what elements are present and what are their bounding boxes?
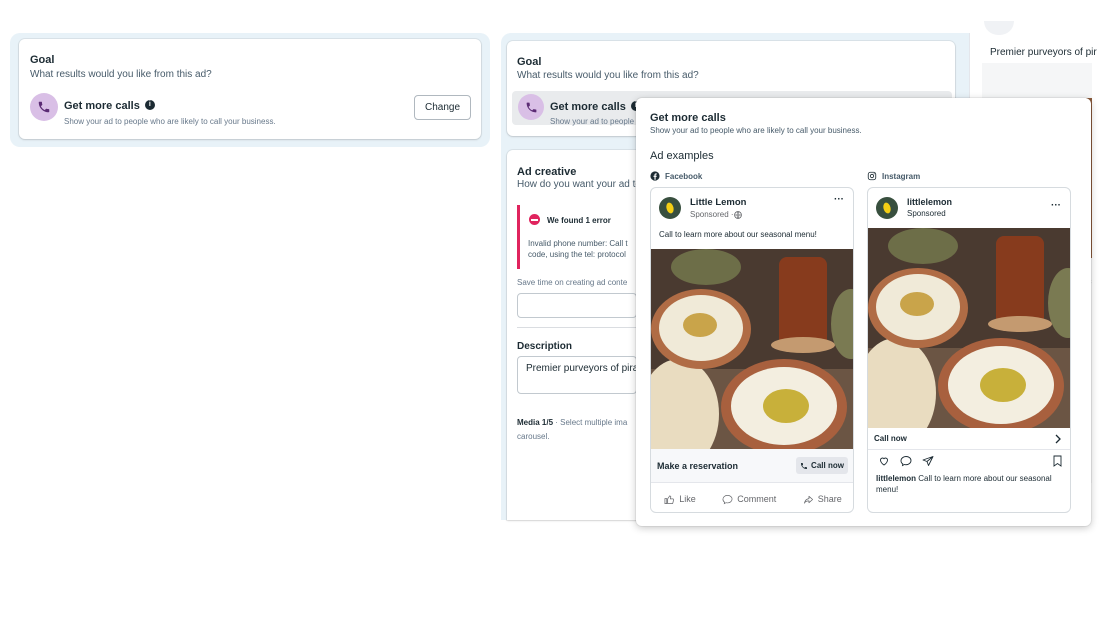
sponsored-label: Sponsored · [690, 210, 734, 219]
caption-handle: littlelemon [876, 474, 917, 483]
popover-desc: Show your ad to people who are likely to… [650, 126, 862, 135]
facebook-label: Facebook [665, 171, 703, 181]
send-icon[interactable] [922, 455, 934, 467]
info-icon[interactable]: i [144, 99, 155, 110]
instagram-icon [867, 171, 877, 181]
phone-icon [30, 93, 58, 121]
instagram-cta-row[interactable]: Call now [868, 428, 1070, 450]
error-icon [529, 214, 540, 225]
call-now-button[interactable]: Call now [796, 457, 848, 474]
phone-icon [801, 462, 808, 469]
reaction-bar: Like Comment Share [651, 489, 853, 509]
description-input[interactable]: Premier purveyors of pira [517, 356, 637, 394]
goal-option-title: Get more calls [550, 101, 626, 113]
change-button[interactable]: Change [414, 95, 471, 120]
share-label: Share [817, 494, 842, 504]
goal-option[interactable]: Get more calls i Show your ad to people w… [64, 96, 276, 126]
media-hint-text: · Select multiple ima [553, 418, 628, 427]
instagram-ad-preview: littlelemon Sponsored ··· Call now littl… [867, 187, 1071, 513]
like-icon [664, 494, 675, 504]
creative-title: Ad creative [517, 166, 577, 178]
littlelemon-avatar [876, 197, 898, 219]
ai-text-input[interactable] [517, 293, 637, 318]
instagram-sponsored: Sponsored [907, 209, 946, 218]
cta-row: Make a reservation Call now [651, 449, 853, 483]
instagram-caption: littlelemon Call to learn more about our… [876, 473, 1064, 495]
comment-label: Comment [737, 494, 777, 504]
ad-examples-label: Ad examples [650, 150, 714, 162]
page-name[interactable]: Little Lemon [690, 197, 746, 208]
phone-icon [518, 94, 544, 120]
call-now-label: Call now [811, 461, 844, 470]
instagram-cta-label: Call now [874, 434, 907, 443]
creative-subtitle: How do you want your ad to [517, 179, 641, 190]
divider [517, 327, 637, 328]
goal-title: Goal [517, 56, 542, 68]
more-options-icon[interactable]: ··· [834, 194, 844, 205]
like-label: Like [679, 494, 696, 504]
post-caption: Call to learn more about our seasonal me… [659, 230, 817, 239]
left-goal-card: Goal What results would you like from th… [19, 39, 481, 139]
share-icon [803, 495, 813, 504]
popover-title: Get more calls [650, 112, 726, 124]
error-banner: We found 1 error Invalid phone number: C… [517, 205, 637, 269]
more-options-icon[interactable]: ··· [1051, 200, 1061, 211]
instagram-handle[interactable]: littlelemon [907, 197, 952, 207]
facebook-ad-preview: Little Lemon Sponsored · ··· Call to lea… [650, 187, 854, 513]
goal-option-title: Get more calls [64, 100, 140, 112]
error-body-line-2: code, using the tel: protocol [528, 250, 626, 259]
goal-subtitle: What results would you like from this ad… [30, 69, 212, 80]
comment-action[interactable]: Comment [722, 494, 776, 505]
instagram-label: Instagram [882, 171, 921, 181]
cta-title: Make a reservation [657, 461, 739, 471]
comment-icon [722, 494, 733, 504]
goal-option-desc: Show your ad to people who are likely to… [64, 117, 276, 126]
facebook-platform-label: Facebook [650, 171, 702, 181]
goal-subtitle: What results would you like from this ad… [517, 70, 699, 81]
share-action[interactable]: Share [803, 494, 842, 505]
comment-icon[interactable] [900, 455, 912, 467]
preview-avatar [984, 21, 1014, 35]
error-body-line-1: Invalid phone number: Call t [528, 239, 628, 248]
hummus-photo [651, 249, 853, 449]
bookmark-icon[interactable] [1052, 455, 1063, 467]
like-action[interactable]: Like [664, 494, 696, 505]
goal-title: Goal [30, 54, 55, 66]
media-hint-line-2: carousel. [517, 432, 550, 441]
chevron-right-icon [1055, 434, 1061, 444]
description-label: Description [517, 341, 573, 352]
instagram-platform-label: Instagram [867, 171, 920, 181]
facebook-icon [650, 171, 660, 181]
hummus-photo [868, 228, 1070, 428]
little-lemon-avatar [659, 197, 681, 219]
media-hint: Media 1/5 · Select multiple ima [517, 418, 627, 427]
media-label: Media 1/5 [517, 418, 554, 427]
globe-icon [733, 210, 742, 219]
preview-text: Premier purveyors of pir [990, 47, 1097, 58]
error-title: We found 1 error [547, 216, 611, 225]
instagram-actions [876, 455, 1066, 469]
heart-icon[interactable] [878, 455, 890, 467]
ad-examples-popover: Get more calls Show your ad to people wh… [636, 98, 1091, 526]
save-time-text: Save time on creating ad conte [517, 278, 628, 287]
